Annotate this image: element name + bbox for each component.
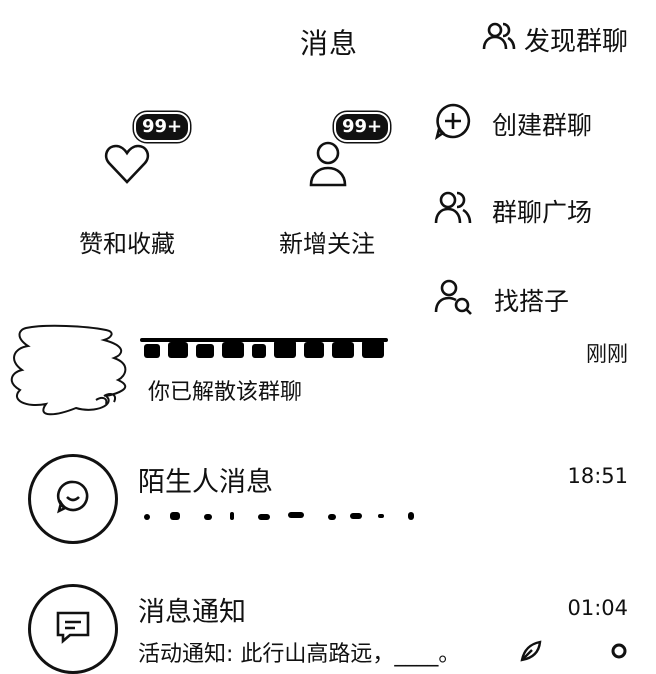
conversation-time: 01:04 <box>567 596 628 620</box>
conversation-item-notifications[interactable]: 消息通知 01:04 活动通知: 此行山高路远，____。 <box>0 580 656 674</box>
message-box-icon <box>54 609 92 649</box>
conversation-name: 陌生人消息 <box>138 467 273 498</box>
conversation-item-strangers[interactable]: 陌生人消息 18:51 <box>0 452 656 562</box>
redacted-group-name <box>140 338 390 360</box>
group-square-label: 群聊广场 <box>492 198 593 227</box>
conversation-time: 刚刚 <box>586 342 628 366</box>
leaf-icon <box>518 638 544 668</box>
new-followers-label: 新增关注 <box>279 230 375 258</box>
group-square-menu-item[interactable]: 群聊广场 <box>434 190 592 232</box>
group-icon <box>482 20 516 59</box>
redacted-preview <box>140 510 420 522</box>
conversation-preview: 你已解散该群聊 <box>148 380 303 405</box>
followers-count-badge: 99+ <box>334 112 391 142</box>
avatar <box>28 454 118 544</box>
person-search-icon <box>434 278 474 322</box>
new-followers-button[interactable]: 99+ 新增关注 <box>262 112 392 262</box>
create-group-menu-item[interactable]: 创建群聊 <box>434 102 592 146</box>
page-title: 消息 <box>300 27 359 60</box>
conversation-time: 18:51 <box>567 464 628 488</box>
discover-groups-button[interactable]: 发现群聊 <box>482 20 628 59</box>
conversation-item-group[interactable]: 刚刚 你已解散该群聊 <box>0 318 656 418</box>
likes-and-favorites-label: 赞和收藏 <box>79 230 175 258</box>
create-group-label: 创建群聊 <box>492 111 593 140</box>
smile-bubble-icon <box>56 479 90 519</box>
heart-icon <box>104 142 150 190</box>
find-partner-label: 找搭子 <box>494 287 570 316</box>
likes-and-favorites-button[interactable]: 99+ 赞和收藏 <box>62 112 192 262</box>
conversation-preview: 活动通知: 此行山高路远，____。 <box>138 642 461 667</box>
group-icon <box>434 190 472 232</box>
likes-count-badge: 99+ <box>134 112 191 142</box>
unread-dot-icon <box>610 642 628 664</box>
avatar <box>28 584 118 674</box>
person-icon <box>308 140 348 192</box>
avatar <box>6 324 136 424</box>
conversation-name: 消息通知 <box>138 597 246 628</box>
plus-circle-icon <box>434 102 472 146</box>
find-partner-menu-item[interactable]: 找搭子 <box>434 278 569 322</box>
discover-groups-label: 发现群聊 <box>524 27 629 57</box>
